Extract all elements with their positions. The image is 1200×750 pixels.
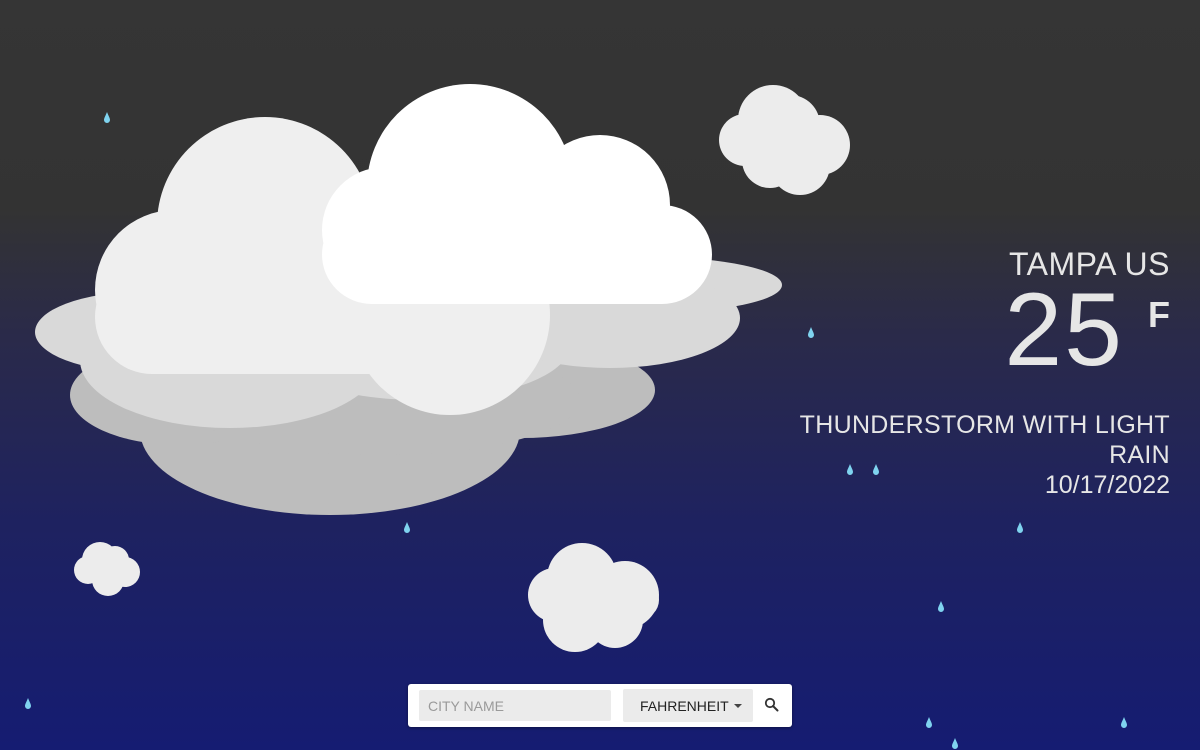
small-cloud-icon: [74, 542, 140, 596]
search-bar: FAHRENHEIT: [408, 684, 792, 727]
unit-select[interactable]: FAHRENHEIT: [623, 689, 753, 722]
city-name-input[interactable]: [419, 690, 611, 721]
weather-description: THUNDERSTORM WITH LIGHT RAIN: [799, 411, 1170, 469]
temperature-value: 25: [1004, 272, 1124, 388]
search-icon: [764, 697, 779, 712]
small-cloud-icon: [528, 543, 659, 652]
temperature-row: 25 F: [770, 278, 1170, 388]
weather-date: 10/17/2022: [1044, 471, 1170, 499]
dropdown-caret-icon: [734, 704, 742, 708]
unit-select-value: FAHRENHEIT: [640, 698, 729, 714]
storm-cloud-icon: [35, 84, 782, 515]
small-cloud-icon: [719, 85, 850, 195]
search-button[interactable]: [760, 693, 784, 717]
temperature-unit: F: [1148, 294, 1170, 335]
weather-info: TAMPA US 25 F THUNDERSTORM WITH LIGHT RA…: [770, 244, 1170, 500]
